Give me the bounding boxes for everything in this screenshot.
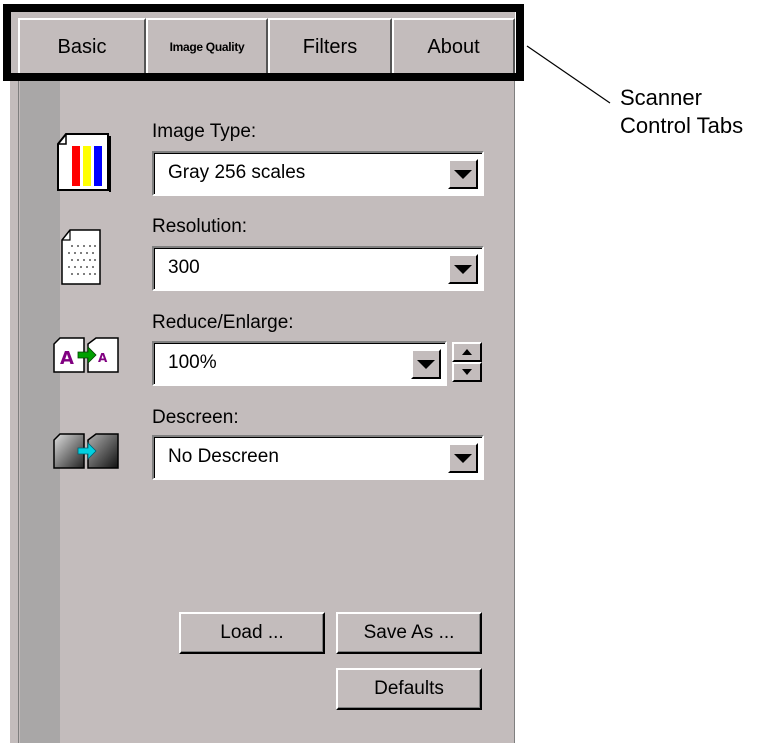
callout-line-1: Scanner (620, 85, 702, 110)
callout-label: Scanner Control Tabs (620, 84, 765, 140)
callout-line-2: Control Tabs (620, 113, 744, 138)
